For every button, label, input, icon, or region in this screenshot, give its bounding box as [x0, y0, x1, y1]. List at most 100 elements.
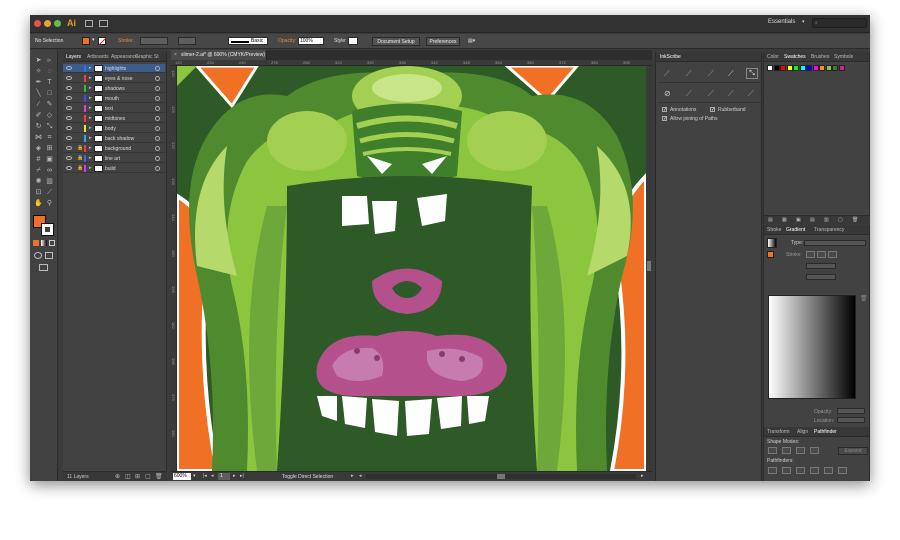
layer-row[interactable]: 🔒 ▸ background: [63, 144, 165, 153]
tab-brushes[interactable]: Brushes: [811, 54, 829, 60]
visibility-eye-icon[interactable]: [66, 96, 72, 100]
anchor-convert-icon[interactable]: ⟋: [686, 89, 692, 99]
tab-inkscribe[interactable]: InkScribe: [660, 54, 681, 60]
zoom-tool-icon[interactable]: ⚲: [45, 200, 54, 207]
intersect-icon[interactable]: [796, 447, 805, 454]
no-fill-icon[interactable]: ⊘: [664, 89, 671, 98]
expand-triangle-icon[interactable]: ▸: [89, 105, 92, 111]
lock-toggle-icon[interactable]: 🔒: [77, 145, 83, 151]
visibility-eye-icon[interactable]: [66, 116, 72, 120]
gradient-aspect-field[interactable]: [806, 274, 836, 280]
tab-layers[interactable]: Layers: [66, 54, 81, 60]
target-icon[interactable]: [155, 116, 160, 121]
stroke-gradient-along-icon[interactable]: [817, 251, 826, 258]
tab-swatches[interactable]: Swatches: [784, 54, 806, 60]
swatch-chip[interactable]: [806, 65, 812, 71]
bridge-icon[interactable]: [85, 20, 93, 27]
target-icon[interactable]: [155, 106, 160, 111]
expand-triangle-icon[interactable]: ▸: [89, 65, 92, 71]
expand-triangle-icon[interactable]: ▸: [89, 85, 92, 91]
paintbrush-tool-icon[interactable]: ∕: [34, 101, 43, 108]
tab-align[interactable]: Align: [797, 429, 808, 435]
hand-tool-icon[interactable]: ✋: [34, 200, 43, 207]
tab-pathfinder[interactable]: Pathfinder: [814, 429, 837, 435]
zoom-window-button[interactable]: [54, 20, 61, 27]
expand-button[interactable]: Expand: [838, 447, 868, 455]
gradient-type-dropdown[interactable]: [804, 240, 866, 246]
chevron-right-icon[interactable]: ▸: [351, 473, 354, 479]
visibility-eye-icon[interactable]: [66, 136, 72, 140]
document-tab[interactable]: × slimer-2.ai* @ 600% (CMYK/Preview): [171, 50, 267, 60]
direct-edit-icon[interactable]: ⤡: [746, 68, 758, 79]
stroke-gradient-within-icon[interactable]: [806, 251, 815, 258]
swatch-chip[interactable]: [838, 65, 845, 71]
expand-triangle-icon[interactable]: ▸: [89, 115, 92, 121]
tab-transform[interactable]: Transform: [767, 429, 790, 435]
target-icon[interactable]: [155, 136, 160, 141]
slice-tool-icon[interactable]: ⟋: [45, 189, 54, 196]
blob-brush-tool-icon[interactable]: ✐: [34, 112, 43, 119]
layer-row[interactable]: ▸ mouth: [63, 94, 165, 103]
stroke-indicator[interactable]: [41, 223, 54, 236]
first-artboard-icon[interactable]: |◂: [203, 473, 207, 479]
rectangle-tool-icon[interactable]: □: [45, 90, 54, 97]
expand-triangle-icon[interactable]: ▸: [89, 95, 92, 101]
locate-object-icon[interactable]: ⊕: [115, 473, 120, 480]
layer-row[interactable]: ▸ text: [63, 104, 165, 113]
swatch-libraries-icon[interactable]: ▤: [768, 217, 773, 223]
target-icon[interactable]: [155, 126, 160, 131]
symbol-sprayer-tool-icon[interactable]: ✺: [34, 178, 43, 185]
layer-row[interactable]: 🔒 ▸ line art: [63, 154, 165, 163]
clipping-mask-icon[interactable]: ◫: [125, 473, 131, 480]
target-icon[interactable]: [155, 166, 160, 171]
gradient-angle-field[interactable]: [806, 263, 836, 269]
join-icon[interactable]: ⟋: [728, 89, 734, 99]
target-icon[interactable]: [155, 146, 160, 151]
fill-stroke-indicator[interactable]: [767, 251, 774, 258]
layer-row[interactable]: ▸ eyes & nose: [63, 74, 165, 83]
visibility-eye-icon[interactable]: [66, 166, 72, 170]
gradient-slider[interactable]: [768, 295, 856, 399]
close-icon[interactable]: ×: [174, 52, 177, 58]
corner-point-icon[interactable]: ⟋: [708, 69, 714, 79]
mesh-tool-icon[interactable]: #: [34, 156, 43, 163]
swatch-chip[interactable]: [780, 65, 786, 71]
horizontal-scrollbar[interactable]: [366, 474, 636, 479]
trim-icon[interactable]: [782, 467, 791, 474]
selection-tool-icon[interactable]: ➤: [34, 57, 43, 64]
line-tool-icon[interactable]: ╲: [34, 90, 43, 97]
lock-toggle-icon[interactable]: 🔒: [77, 155, 83, 161]
swatch-chip[interactable]: [825, 65, 832, 71]
target-icon[interactable]: [155, 96, 160, 101]
rubberband-checkbox[interactable]: ✓: [710, 107, 715, 113]
stop-location-field[interactable]: [837, 417, 865, 423]
vertical-scrollbar[interactable]: [646, 66, 652, 471]
minimize-window-button[interactable]: [44, 20, 51, 27]
brush-definition[interactable]: Basic: [228, 37, 268, 45]
outline-icon[interactable]: [824, 467, 833, 474]
target-icon[interactable]: [155, 156, 160, 161]
tab-appearance[interactable]: Appearance: [111, 54, 138, 60]
swatch-chip[interactable]: [799, 65, 806, 71]
rotate-tool-icon[interactable]: ↻: [34, 123, 43, 130]
minus-back-icon[interactable]: [838, 467, 847, 474]
exclude-icon[interactable]: [810, 447, 819, 454]
magic-wand-tool-icon[interactable]: ✧: [34, 68, 43, 75]
artboard-number-field[interactable]: 1: [218, 473, 230, 480]
show-kinds-icon[interactable]: ▦: [782, 217, 787, 223]
document-setup-button[interactable]: Document Setup: [372, 37, 420, 46]
scroll-right-icon[interactable]: ▸: [641, 473, 644, 479]
zoom-field[interactable]: 600%: [173, 473, 191, 480]
crop-icon[interactable]: [810, 467, 819, 474]
break-path-icon[interactable]: ⟋: [728, 69, 734, 79]
visibility-eye-icon[interactable]: [66, 146, 72, 150]
direct-selection-tool-icon[interactable]: ▹: [45, 57, 54, 64]
perspective-grid-tool-icon[interactable]: ⊞: [45, 145, 54, 152]
tab-color[interactable]: Color: [767, 54, 779, 60]
tab-stroke[interactable]: Stroke: [767, 227, 781, 233]
smooth-curve-icon[interactable]: ⟋: [686, 69, 692, 79]
expand-triangle-icon[interactable]: ▸: [89, 165, 92, 171]
preferences-button[interactable]: Preferences: [426, 37, 460, 46]
layer-row[interactable]: ▸ back shadow: [63, 134, 165, 143]
artboard-canvas[interactable]: [177, 66, 646, 471]
